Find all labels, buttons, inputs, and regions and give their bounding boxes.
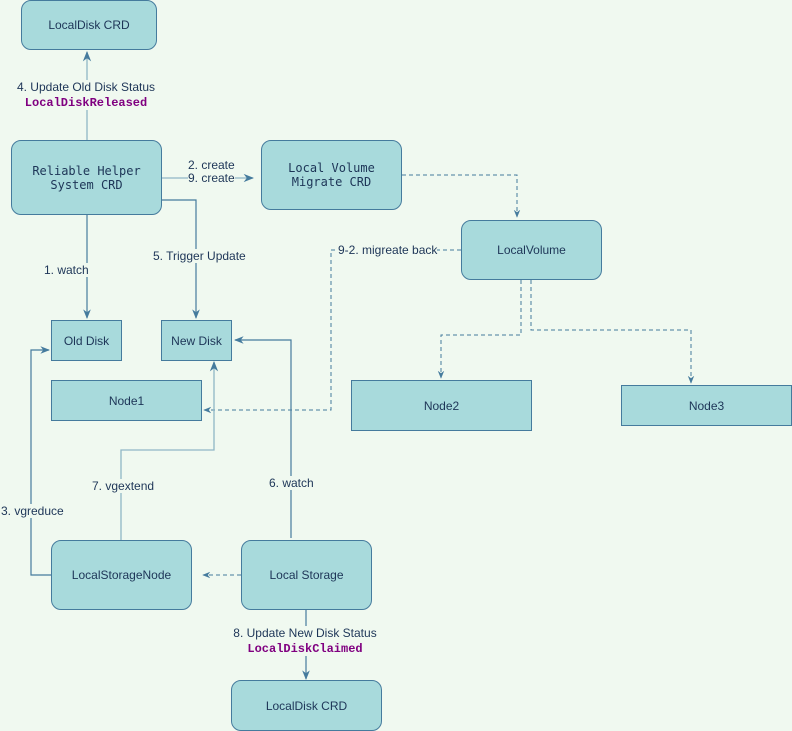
update-old-disk-text: 4. Update Old Disk Status [16,80,156,94]
edge-label-watch-new: 6. watch [269,476,314,490]
node-localdisk-crd-bottom[interactable]: LocalDisk CRD [231,680,382,731]
edge-label-watch-old: 1. watch [44,263,89,277]
edge-label-update-new-disk: 8. Update New Disk Status LocalDiskClaim… [233,626,377,656]
node-node2[interactable]: Node2 [351,380,532,431]
node-local-storage[interactable]: Local Storage [241,540,372,610]
edge-localvolume-node3 [530,280,695,384]
edge-watch-new-disk [234,336,292,538]
node-local-volume-migrate-crd[interactable]: Local Volume Migrate CRD [261,140,402,210]
edge-label-vgreduce: 3. vgreduce [1,504,64,518]
node-reliable-helper-system-crd[interactable]: Reliable Helper System CRD [11,140,162,215]
node-new-disk[interactable]: New Disk [161,320,232,361]
edge-label-vgextend: 7. vgextend [92,479,155,493]
node-localdisk-crd-top[interactable]: LocalDisk CRD [21,0,157,50]
edge-vgreduce [30,346,51,576]
node-localvolume[interactable]: LocalVolume [461,220,602,280]
edge-label-migrate-back: 9-2. migreate back [338,243,438,257]
node-node1[interactable]: Node1 [51,380,202,421]
status-local-disk-released: LocalDiskReleased [24,96,148,110]
edge-label-trigger-update: 5. Trigger Update [153,249,246,263]
edge-label-update-old-disk: 4. Update Old Disk Status LocalDiskRelea… [16,80,156,110]
edge-migrate-to-localvolume [402,174,521,218]
edge-localvolume-node2 [437,280,522,379]
update-new-disk-text: 8. Update New Disk Status [233,626,377,640]
node-old-disk[interactable]: Old Disk [51,320,122,361]
node-node3[interactable]: Node3 [621,385,792,426]
node-localstoragenode[interactable]: LocalStorageNode [51,540,192,610]
edge-label-create: 2. create 9. create [188,158,235,185]
diagram-canvas: LocalDisk CRD Reliable Helper System CRD… [0,0,792,731]
status-local-disk-claimed: LocalDiskClaimed [247,642,363,656]
